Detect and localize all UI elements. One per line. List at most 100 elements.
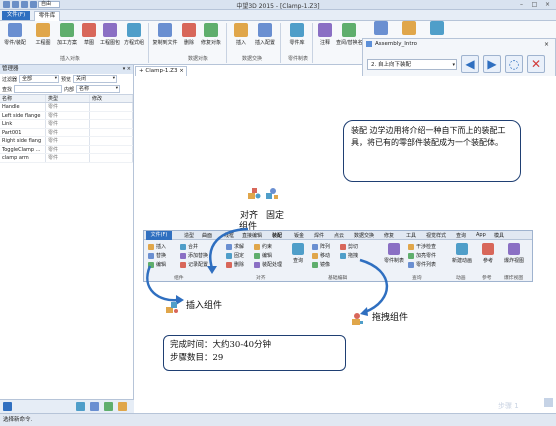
- pin-icon[interactable]: ▾ ×: [123, 65, 131, 74]
- search-input[interactable]: [14, 85, 63, 93]
- next-step-button[interactable]: ▶: [483, 55, 501, 73]
- tab-direct-edit[interactable]: 直接编辑: [242, 232, 262, 239]
- cut-icon: [340, 243, 346, 250]
- close-icon: ✕: [530, 57, 542, 71]
- find-replace-button[interactable]: 查阅/替换名称: [336, 23, 368, 46]
- delete-constraint-button[interactable]: 删除: [226, 261, 244, 268]
- column-header-modified[interactable]: 修改: [90, 95, 133, 102]
- tab-app[interactable]: App: [476, 232, 486, 238]
- mirror-button[interactable]: 镜像: [312, 261, 330, 268]
- drawing-pack-icon: [103, 23, 117, 37]
- insert-component-button[interactable]: 插入: [148, 243, 166, 250]
- table-row[interactable]: clamp arm 零件: [0, 154, 133, 163]
- highlight-part-button[interactable]: 加亮零件: [408, 252, 436, 259]
- edit-component-button[interactable]: 编辑: [148, 261, 166, 268]
- assembly-panel-header: Assembly_Intro ×: [366, 41, 549, 48]
- document-tab[interactable]: + Clamp-1.Z3 ×: [135, 66, 187, 76]
- repair-object-button[interactable]: 修复对象: [198, 23, 224, 46]
- view-icon[interactable]: [104, 402, 113, 411]
- parts-library-button[interactable]: 零件库: [284, 23, 310, 46]
- table-row[interactable]: ToggleClamp ... 零件: [0, 145, 133, 154]
- tab-point-cloud[interactable]: 点云: [334, 232, 344, 239]
- drag-button[interactable]: 拖拽: [340, 252, 358, 259]
- edit-constraint-button[interactable]: 编辑: [254, 252, 272, 259]
- close-button[interactable]: ×: [541, 0, 554, 9]
- preview-select[interactable]: 关闭 ▾: [73, 75, 118, 83]
- layer-icon[interactable]: [90, 402, 99, 411]
- tab-query[interactable]: 查询: [456, 232, 466, 239]
- tab-tools[interactable]: 工具: [406, 232, 416, 239]
- sub-file-menu[interactable]: 文件(F): [146, 231, 172, 240]
- file-menu[interactable]: 文件(F): [2, 11, 30, 20]
- column-header-name[interactable]: 名称: [0, 95, 46, 102]
- query-button[interactable]: 查询: [288, 243, 308, 264]
- new-animation-button[interactable]: 新建动画: [452, 243, 472, 264]
- view-cube-icon[interactable]: [544, 398, 553, 407]
- add-replace-button[interactable]: 添加替换: [180, 252, 208, 259]
- table-row[interactable]: Link 零件: [0, 120, 133, 129]
- part-assembly-button[interactable]: 零件/装配: [2, 23, 28, 46]
- tab-sheet-metal[interactable]: 钣金: [294, 232, 304, 239]
- tab-assembly[interactable]: 装配: [272, 232, 282, 239]
- settings-icon[interactable]: [118, 402, 127, 411]
- cut-button[interactable]: 剪切: [340, 243, 358, 250]
- tab-close-icon[interactable]: ×: [179, 68, 184, 74]
- group-basic-edit: 基础编辑: [328, 276, 348, 281]
- replace-button[interactable]: 替换: [148, 252, 166, 259]
- ribbon-group-insert-object: 插入对象: [59, 56, 80, 62]
- tab-mold[interactable]: 模具: [494, 232, 504, 239]
- tab-visual-style[interactable]: 视觉样式: [426, 232, 446, 239]
- minimize-button[interactable]: –: [515, 0, 528, 9]
- reference-button[interactable]: 参考: [478, 243, 498, 264]
- tab-modeling[interactable]: 造型: [184, 232, 194, 239]
- note-button[interactable]: [396, 21, 422, 37]
- tab-parts-library[interactable]: 零件库: [34, 11, 60, 21]
- merge-button[interactable]: 合并: [180, 243, 198, 250]
- refresh-button[interactable]: ◌: [505, 55, 523, 73]
- tab-repair[interactable]: 修复: [384, 232, 394, 239]
- pattern-button[interactable]: 阵列: [312, 243, 330, 250]
- fix-button[interactable]: 固定: [226, 252, 244, 259]
- assembly-process-button[interactable]: 装配处理: [254, 261, 282, 268]
- drawing-button[interactable]: 工程图: [30, 23, 56, 46]
- explode-view-button[interactable]: 爆炸视图: [504, 243, 524, 264]
- chevron-down-icon: ▾: [452, 62, 455, 68]
- filter-select[interactable]: 全部 ▾: [19, 75, 60, 83]
- tab-weldment[interactable]: 焊件: [314, 232, 324, 239]
- prev-step-button[interactable]: ◀: [461, 55, 479, 73]
- table-row[interactable]: Part001 零件: [0, 128, 133, 137]
- annotation-button[interactable]: 注释: [312, 23, 338, 46]
- insert-config-button[interactable]: 插入配置: [252, 23, 278, 46]
- assembly-tree-icon[interactable]: [76, 402, 85, 411]
- column-header-type[interactable]: 类型: [46, 95, 90, 102]
- table-icon: [388, 243, 400, 255]
- chevron-down-icon: ▾: [115, 86, 119, 91]
- search-field-select[interactable]: 名称 ▾: [76, 85, 121, 93]
- copy-to-file-button[interactable]: 复制到文件: [152, 23, 178, 46]
- part-table-button[interactable]: 零件制表: [384, 243, 404, 264]
- history-icon[interactable]: [3, 402, 12, 411]
- table-row[interactable]: Right side flang 零件: [0, 137, 133, 146]
- window-title: 中望3D 2015 - [Clamp-1.Z3]: [236, 3, 320, 10]
- tab-wireframe[interactable]: 线框: [224, 232, 234, 239]
- move-button[interactable]: 移动: [312, 252, 330, 259]
- constraint-button[interactable]: 约束: [254, 243, 272, 250]
- exit-button[interactable]: ✕: [527, 55, 545, 73]
- text-style-button[interactable]: [368, 21, 394, 37]
- interference-check-button[interactable]: 干涉检查: [408, 243, 436, 250]
- insert-icon: [148, 243, 154, 250]
- drawing-pack-button[interactable]: 工程图包: [97, 23, 123, 46]
- insert-button[interactable]: 插入: [228, 23, 254, 46]
- part-list-button[interactable]: 零件列表: [408, 261, 436, 268]
- maximize-button[interactable]: □: [528, 0, 541, 9]
- table-row[interactable]: Left side flange 零件: [0, 111, 133, 120]
- equations-button[interactable]: 方程式组: [121, 23, 147, 46]
- tab-surface[interactable]: 曲面: [202, 232, 212, 239]
- tab-data-exchange[interactable]: 数据交换: [354, 232, 374, 239]
- panel-close-button[interactable]: ×: [544, 41, 549, 48]
- table-row[interactable]: Handle 零件: [0, 103, 133, 112]
- solve-button[interactable]: 求解: [226, 243, 244, 250]
- tool-button[interactable]: [424, 21, 450, 37]
- record-config-button[interactable]: 记录配置: [180, 261, 208, 268]
- lesson-select[interactable]: 2. 自上向下装配 ▾: [367, 59, 457, 70]
